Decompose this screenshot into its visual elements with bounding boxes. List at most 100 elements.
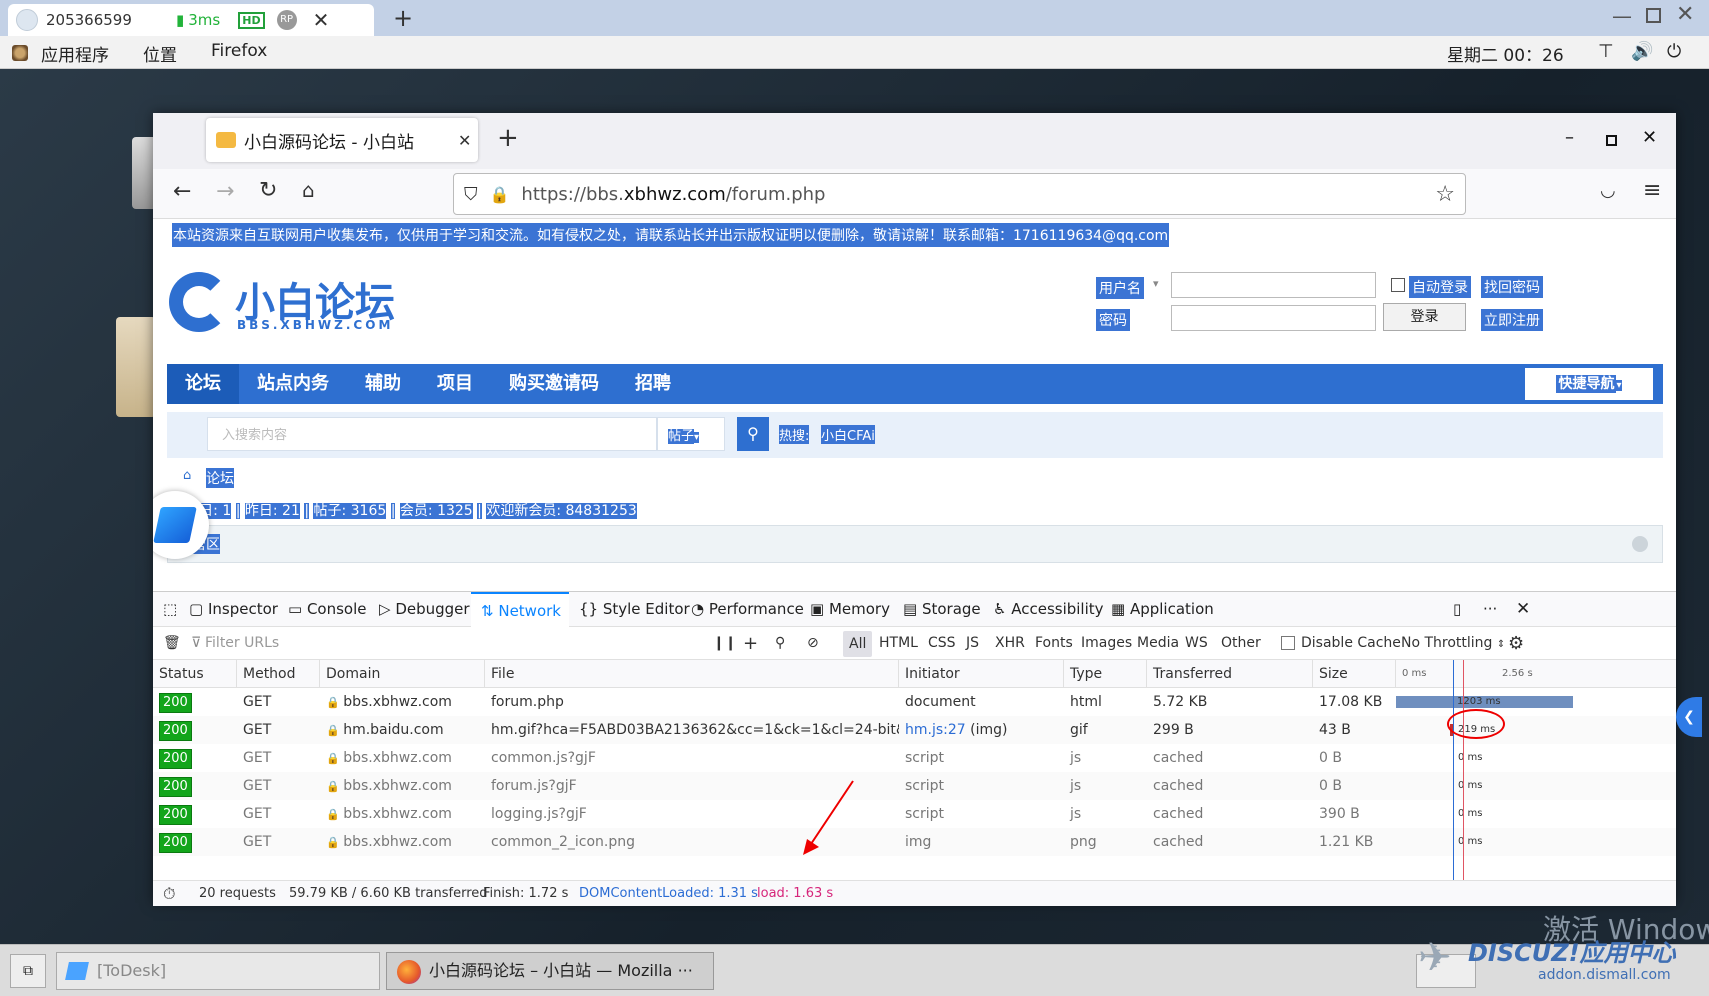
nav-projects[interactable]: 项目 xyxy=(419,364,491,404)
settings-gear-icon[interactable]: ⚙ xyxy=(1508,627,1524,660)
taskbar-item-todesk[interactable]: [ToDesk] xyxy=(56,952,380,990)
maximize-icon[interactable] xyxy=(1646,8,1661,23)
places-menu[interactable]: 位置 xyxy=(143,41,177,66)
tab-inspector[interactable]: ▢ Inspector xyxy=(189,592,278,627)
network-row[interactable]: 200 GET 🔒 bbs.xbhwz.com forum.js?gjF script j… xyxy=(153,772,1676,800)
login-button[interactable]: 登录 xyxy=(1383,303,1466,331)
hamburger-menu-icon[interactable]: ≡ xyxy=(1643,178,1661,203)
close-icon[interactable]: ✕ xyxy=(1642,127,1657,148)
browser-tab[interactable]: 小白源码论坛 - 小白站 ✕ xyxy=(206,118,478,162)
filter-other[interactable]: Other xyxy=(1221,627,1261,660)
search-input[interactable]: 入搜索内容 xyxy=(207,417,657,451)
remote-session-tab[interactable]: 205366599 ▮ 3ms HD RP ✕ xyxy=(8,4,374,36)
nav-forum[interactable]: 论坛 xyxy=(167,364,239,404)
tab-debugger[interactable]: ▷ Debugger xyxy=(379,592,470,627)
applications-menu[interactable]: 应用程序 xyxy=(41,41,109,66)
username-dropdown-icon[interactable]: ▾ xyxy=(1153,277,1159,290)
initiator-link[interactable]: hm.js:27 xyxy=(905,722,966,738)
username-input[interactable] xyxy=(1171,272,1376,298)
new-tab-icon[interactable]: + xyxy=(393,4,413,32)
tab-network[interactable]: ⇅ Network xyxy=(471,592,569,627)
tab-performance[interactable]: ◔ Performance xyxy=(691,592,804,627)
search-icon[interactable]: ⚲ xyxy=(775,627,785,660)
tab-close-icon[interactable]: ✕ xyxy=(458,131,471,150)
close-devtools-icon[interactable]: ✕ xyxy=(1516,592,1530,627)
clear-trash-icon[interactable]: 🗑 xyxy=(163,627,181,660)
block-icon[interactable]: ⊘ xyxy=(807,627,819,660)
home-breadcrumb-icon[interactable]: ⌂ xyxy=(183,468,191,483)
search-button[interactable]: ⚲ xyxy=(737,417,769,451)
show-desktop-button[interactable]: ⧉ xyxy=(10,954,46,988)
power-icon[interactable]: ⏻ xyxy=(1667,41,1681,62)
volume-icon[interactable]: 🔊 xyxy=(1631,41,1653,62)
url-bar[interactable]: ⛉ 🔒 https://bbs. xbhwz.com/forum.php ☆ xyxy=(453,173,1466,215)
filter-fonts[interactable]: Fonts xyxy=(1035,627,1073,660)
nav-jobs[interactable]: 招聘 xyxy=(617,364,689,404)
tab-storage[interactable]: ▤ Storage xyxy=(903,592,981,627)
disable-cache-label[interactable]: Disable Cache xyxy=(1301,627,1401,660)
minimize-icon[interactable]: – xyxy=(1565,127,1574,148)
network-row[interactable]: 200 GET 🔒 bbs.xbhwz.com logging.js?gjF scrip… xyxy=(153,800,1676,828)
nav-buy-invite[interactable]: 购买邀请码 xyxy=(491,364,617,404)
col-transferred[interactable]: Transferred xyxy=(1147,660,1313,688)
col-file[interactable]: File xyxy=(485,660,899,688)
close-tab-icon[interactable]: ✕ xyxy=(313,8,330,32)
throttling-select[interactable]: No Throttling ⇕ xyxy=(1401,627,1505,660)
network-icon[interactable]: ⊤ xyxy=(1598,41,1614,62)
picker-icon[interactable]: ⬚ xyxy=(163,592,177,627)
nav-assist[interactable]: 辅助 xyxy=(347,364,419,404)
filter-urls-input[interactable]: Filter URLs xyxy=(205,627,705,660)
back-icon[interactable]: ← xyxy=(173,179,191,204)
reload-icon[interactable]: ↻ xyxy=(259,178,277,203)
filter-images[interactable]: Images xyxy=(1081,627,1132,660)
filter-html[interactable]: HTML xyxy=(879,627,918,660)
find-password-link[interactable]: 找回密码 xyxy=(1481,276,1543,298)
close-window-icon[interactable]: ✕ xyxy=(1676,2,1694,27)
tab-style-editor[interactable]: {} Style Editor xyxy=(579,592,690,627)
nav-site-affairs[interactable]: 站点内务 xyxy=(239,364,347,404)
dock-icon[interactable]: ▯ xyxy=(1453,592,1461,627)
col-size[interactable]: Size xyxy=(1313,660,1396,688)
quick-nav-button[interactable]: 快捷导航 ▾ xyxy=(1525,368,1653,400)
filter-media[interactable]: Media xyxy=(1137,627,1179,660)
add-icon[interactable]: + xyxy=(743,627,758,660)
forward-icon[interactable]: → xyxy=(216,179,234,204)
auto-login-checkbox[interactable] xyxy=(1391,278,1405,292)
folder-icon[interactable] xyxy=(116,317,156,417)
minimize-icon[interactable]: — xyxy=(1612,4,1632,28)
register-link[interactable]: 立即注册 xyxy=(1481,309,1543,331)
new-tab-icon[interactable]: + xyxy=(497,123,519,153)
tab-accessibility[interactable]: ♿ Accessibility xyxy=(993,592,1104,627)
hd-badge[interactable]: HD xyxy=(238,11,265,29)
col-initiator[interactable]: Initiator xyxy=(899,660,1064,688)
maximize-icon[interactable] xyxy=(1606,135,1617,146)
taskbar-item-firefox[interactable]: 小白源码论坛 – 小白站 — Mozilla ··· xyxy=(386,952,714,990)
firefox-menu[interactable]: Firefox xyxy=(211,41,267,61)
filter-js[interactable]: JS xyxy=(966,627,979,660)
col-status[interactable]: Status xyxy=(153,660,237,688)
lock-icon[interactable]: 🔒 xyxy=(490,185,510,204)
tab-application[interactable]: ▦ Application xyxy=(1111,592,1214,627)
shield-icon[interactable]: ⛉ xyxy=(464,184,478,205)
network-row[interactable]: 200 GET 🔒 bbs.xbhwz.com common.js?gjF script… xyxy=(153,744,1676,772)
disable-cache-checkbox[interactable] xyxy=(1281,636,1295,650)
breadcrumb-forum[interactable]: 论坛 xyxy=(206,468,234,488)
more-options-icon[interactable]: ··· xyxy=(1483,592,1497,627)
rp-badge[interactable]: RP xyxy=(276,10,297,30)
filter-css[interactable]: CSS xyxy=(928,627,956,660)
pocket-icon[interactable]: ◡ xyxy=(1600,180,1616,201)
tab-memory[interactable]: ▣ Memory xyxy=(810,592,890,627)
col-domain[interactable]: Domain xyxy=(320,660,485,688)
col-method[interactable]: Method xyxy=(237,660,320,688)
password-input[interactable] xyxy=(1171,305,1376,331)
auto-login-label[interactable]: 自动登录 xyxy=(1409,276,1471,298)
tab-console[interactable]: ▭ Console xyxy=(288,592,367,627)
pause-icon[interactable]: ❙❙ xyxy=(713,627,736,660)
filter-ws[interactable]: WS xyxy=(1185,627,1208,660)
col-type[interactable]: Type xyxy=(1064,660,1147,688)
home-icon[interactable]: ⌂ xyxy=(302,178,315,202)
network-row[interactable]: 200 GET 🔒 bbs.xbhwz.com common_2_icon.png im… xyxy=(153,828,1676,856)
filter-xhr[interactable]: XHR xyxy=(995,627,1025,660)
network-row[interactable]: 200 GET 🔒 bbs.xbhwz.com forum.php document ht… xyxy=(153,688,1676,716)
collapse-icon[interactable] xyxy=(1632,536,1648,552)
